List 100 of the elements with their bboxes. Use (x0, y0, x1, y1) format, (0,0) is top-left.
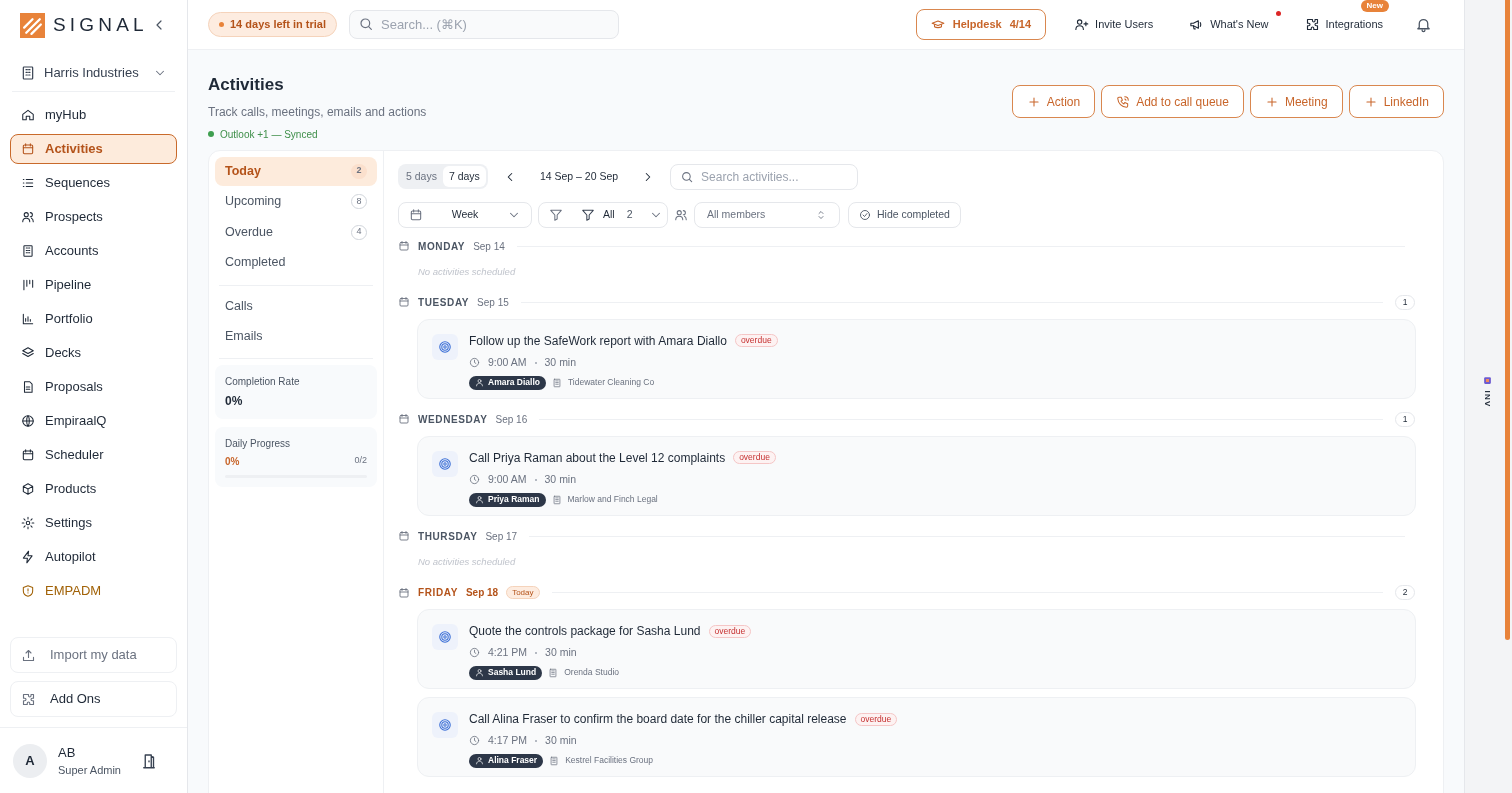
side-tab[interactable]: INV (1479, 376, 1496, 405)
nav-item[interactable]: Sequences (10, 168, 177, 198)
activity-title: Call Priya Raman about the Level 12 complaints (469, 449, 726, 467)
nav-item[interactable]: Products (10, 474, 177, 504)
members-dropdown[interactable]: All members (694, 201, 840, 228)
calendar-icon (398, 413, 410, 426)
organization-selector[interactable]: Harris Industries (12, 54, 175, 92)
users-icon (21, 210, 35, 224)
plus-icon (1363, 94, 1378, 109)
user-name: AB (58, 743, 77, 762)
calendar-icon (21, 142, 35, 156)
funnel-icon (581, 207, 595, 222)
type-filter-item[interactable]: Emails (215, 321, 377, 352)
hide-completed-button[interactable]: Hide completed (848, 201, 961, 228)
add-ons-button[interactable]: Add Ons (10, 681, 177, 717)
add-activity-button[interactable]: LinkedIn (1348, 85, 1444, 118)
type-filter-item[interactable]: Calls (215, 291, 377, 322)
progress-count: 0/2 (354, 454, 367, 468)
target-icon (438, 339, 452, 354)
nav-item[interactable]: myHub (10, 100, 177, 130)
nav-item[interactable]: Accounts (10, 236, 177, 266)
activity-title: Call Alina Fraser to confirm the board date for the chiller capital release (469, 711, 847, 728)
day-date: Sep 14 (473, 239, 505, 254)
sync-status: Outlook +1 — Synced (208, 126, 427, 142)
header-link[interactable]: Invite Users (1066, 9, 1162, 40)
clock-icon (469, 647, 480, 659)
import-data-button[interactable]: Import my data (10, 637, 177, 673)
activity-duration: 30 min (544, 354, 577, 370)
period-dropdown[interactable]: Week (398, 201, 532, 228)
logo-icon (20, 12, 45, 38)
activity-duration: 30 min (545, 645, 577, 660)
header-link[interactable]: Integrations (1296, 9, 1391, 40)
layers-icon (21, 346, 35, 360)
person-icon (475, 756, 484, 766)
contact-tag[interactable]: Sasha Lund (469, 665, 543, 680)
filter-item[interactable]: Overdue 4 (215, 217, 377, 247)
nav-item[interactable]: Activities (10, 134, 177, 164)
activity-time: 4:17 PM (488, 733, 528, 748)
view-tab[interactable]: 5 days (400, 166, 443, 187)
filter-item[interactable]: Completed (215, 248, 377, 277)
document-icon (21, 380, 35, 394)
building-icon (548, 667, 559, 678)
nav-item[interactable]: Scheduler (10, 440, 177, 470)
activity-search-field[interactable]: Search activities... (670, 163, 859, 190)
day-date: Sep 16 (495, 412, 528, 427)
activity-title: Quote the controls package for Sasha Lund (469, 623, 701, 640)
box-icon (21, 482, 35, 496)
nav-item[interactable]: EMPADM (10, 576, 177, 606)
add-activity-button[interactable]: Action (1011, 85, 1096, 118)
filter-item[interactable]: Upcoming 8 (215, 187, 377, 216)
target-icon (438, 456, 452, 471)
bars-icon (21, 278, 35, 292)
nav-item[interactable]: EmpiraalQ (10, 406, 177, 436)
calendar-icon (21, 448, 35, 462)
contact-tag[interactable]: Priya Raman (469, 492, 546, 507)
contact-tag[interactable]: Alina Fraser (469, 753, 544, 768)
view-tab[interactable]: 7 days (442, 166, 486, 187)
list-icon (21, 176, 35, 190)
user-plus-icon (1074, 17, 1090, 32)
user-avatar[interactable]: A (13, 743, 47, 778)
nav-item[interactable]: Prospects (10, 202, 177, 232)
add-activity-button[interactable]: Add to call queue (1101, 85, 1244, 118)
notifications-button[interactable] (1415, 16, 1432, 33)
nav-item[interactable]: Autopilot (10, 542, 177, 572)
activity-time: 9:00 AM (488, 354, 527, 370)
calendar-icon (398, 296, 410, 309)
status-badge: overdue (708, 624, 752, 638)
company-name: Kestrel Facilities Group (565, 754, 653, 768)
day-name: TUESDAY (418, 295, 470, 310)
activity-card[interactable]: Call Priya Raman about the Level 12 complaints overdue 9:00 AM 30 min Priya Raman Marlow and Finch Legal (417, 435, 1416, 516)
nav-item[interactable]: Decks (10, 338, 177, 368)
activity-card[interactable]: Follow up the SafeWork report with Amara Diallo overdue 9:00 AM 30 min Amara Diallo Tidewater Cleaning Co (417, 318, 1416, 399)
nav-item[interactable]: Pipeline (10, 270, 177, 300)
new-badge: New (1360, 0, 1389, 12)
filter-item[interactable]: Today 2 (215, 156, 377, 186)
count-badge: 2 (351, 163, 367, 179)
nav-item[interactable]: Portfolio (10, 304, 177, 334)
company-name: Orenda Studio (564, 666, 619, 680)
search-icon (680, 169, 695, 184)
nav-item[interactable]: Proposals (10, 372, 177, 402)
activity-time: 4:21 PM (488, 645, 528, 660)
helpdesk-button[interactable]: Helpdesk 4/14 (915, 9, 1047, 40)
search-field[interactable]: Search... (⌘K) (349, 10, 619, 39)
nav-item[interactable]: Settings (10, 508, 177, 538)
users-icon (674, 207, 688, 222)
scrollbar-thumb[interactable] (1505, 0, 1510, 640)
bell-icon (1415, 16, 1432, 33)
building-icon (551, 377, 562, 388)
add-activity-button[interactable]: Meeting (1249, 85, 1343, 118)
door-icon (140, 751, 158, 770)
calendar-icon (398, 240, 410, 252)
header-link[interactable]: What's New (1181, 9, 1277, 40)
today-badge: Today (506, 586, 540, 599)
trial-badge[interactable]: 14 days left in trial (208, 12, 337, 37)
filter-dropdown[interactable]: All 2 (538, 201, 668, 228)
status-badge: overdue (733, 451, 776, 465)
activity-card[interactable]: Call Alina Fraser to confirm the board date for the chiller capital release overdue 4:17 PM 30 min Alina Fraser Kestrel Facilities Group (417, 697, 1416, 777)
logout-button[interactable] (140, 751, 158, 770)
contact-tag[interactable]: Amara Diallo (469, 375, 546, 390)
activity-card[interactable]: Quote the controls package for Sasha Lund overdue 4:21 PM 30 min Sasha Lund Orenda Studio (417, 609, 1416, 689)
